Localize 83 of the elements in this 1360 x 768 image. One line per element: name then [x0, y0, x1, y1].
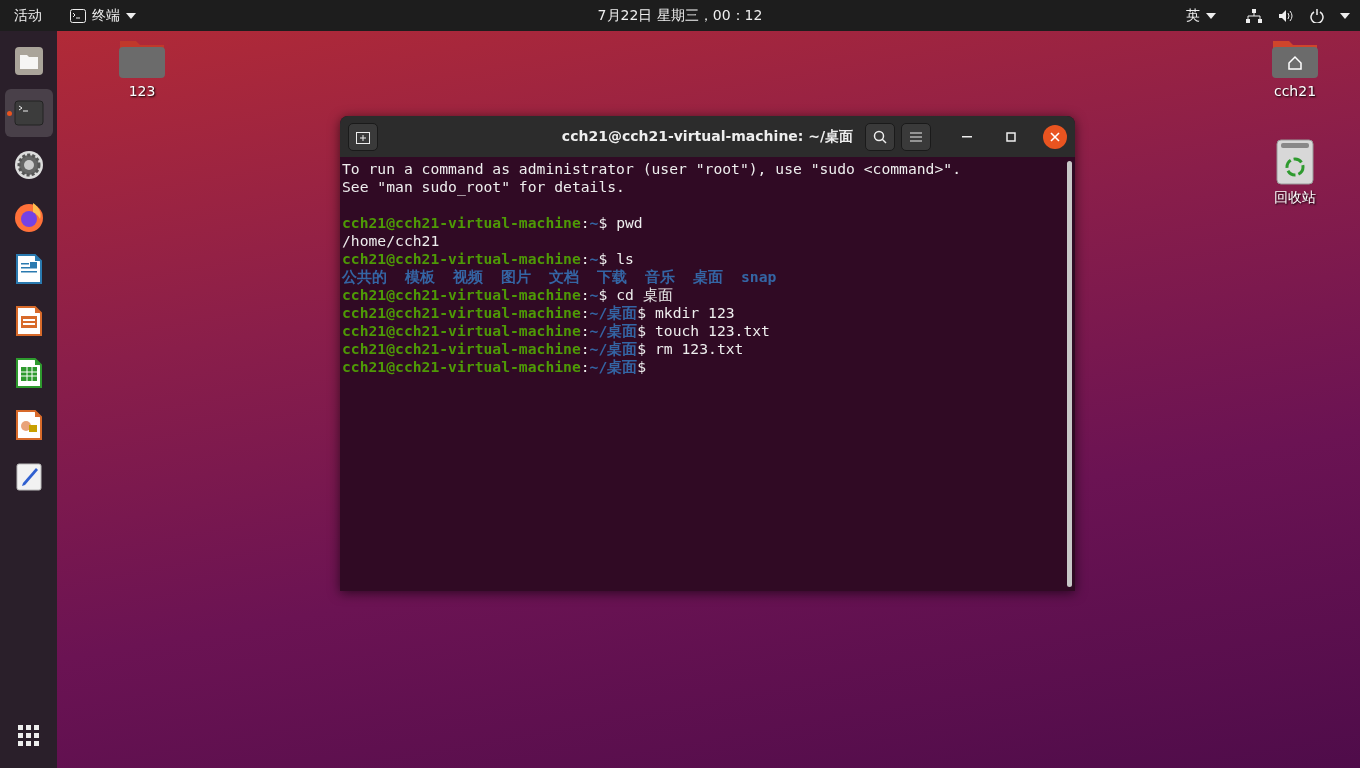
prompt-symbol: $ [598, 250, 608, 268]
prompt-path: ~ [589, 286, 599, 304]
spreadsheet-icon [15, 358, 42, 388]
directory-name: 下载 [597, 268, 627, 286]
directory-name: 模板 [405, 268, 435, 286]
prompt-separator: : [580, 322, 590, 340]
text-editor-icon [15, 463, 42, 491]
prompt-path: ~/桌面 [589, 340, 638, 358]
prompt-path: ~ [589, 250, 599, 268]
maximize-icon [1006, 131, 1016, 142]
drawing-icon [15, 410, 42, 440]
directory-name: snap [741, 268, 777, 286]
menu-button[interactable] [901, 122, 931, 151]
terminal-command: ls [615, 250, 634, 268]
prompt-user: cch21@cch21-virtual-machine [342, 340, 581, 358]
prompt-user: cch21@cch21-virtual-machine [342, 286, 581, 304]
terminal-command: cd 桌面 [615, 286, 673, 304]
new-tab-icon [356, 129, 370, 144]
prompt-path: ~/桌面 [589, 322, 638, 340]
prompt-separator: : [580, 250, 590, 268]
terminal-output: To run a command as administrator (user "root"), use "sudo <command>". [342, 160, 961, 178]
desktop-icon-label[interactable]: cch21 [1273, 83, 1317, 99]
minimize-icon [962, 135, 972, 138]
new-tab-button[interactable] [348, 122, 378, 151]
prompt-symbol: $ [598, 286, 608, 304]
terminal-command: rm 123.txt [653, 340, 744, 358]
window-title: cch21@cch21-virtual-machine: ~/桌面 [561, 127, 854, 146]
menu-icon [910, 131, 922, 142]
prompt-separator: : [580, 304, 590, 322]
app-menu[interactable]: 终端 [56, 6, 150, 25]
caret-icon [126, 12, 136, 19]
prompt-separator: : [580, 340, 590, 358]
terminal-command: mkdir 123 [653, 304, 735, 322]
search-button[interactable] [865, 122, 895, 151]
close-icon [1050, 131, 1060, 142]
volume-icon[interactable] [1278, 8, 1294, 23]
prompt-path: ~/桌面 [589, 304, 638, 322]
close-button[interactable] [1043, 124, 1067, 149]
desktop-icon-label[interactable]: 回收站 [1274, 189, 1316, 207]
directory-name: 音乐 [645, 268, 675, 286]
scrollbar-thumb[interactable] [1066, 161, 1072, 587]
directory-name: 图片 [501, 268, 531, 286]
activities-button[interactable]: 活动 [0, 6, 56, 25]
caret-icon [1206, 12, 1216, 19]
input-method-menu[interactable]: 英 [1172, 6, 1230, 25]
gear-icon [13, 150, 44, 180]
document-icon [15, 254, 42, 284]
prompt-symbol: $ [637, 358, 647, 376]
search-icon [873, 129, 887, 144]
prompt-path: ~ [589, 214, 599, 232]
prompt-symbol: $ [598, 214, 608, 232]
terminal-icon [70, 8, 86, 23]
terminal-output: /home/cch21 [342, 232, 440, 250]
terminal-command: pwd [615, 214, 643, 232]
terminal-output: See "man sudo_root" for details. [342, 178, 625, 196]
grid-icon [17, 725, 40, 747]
clock[interactable]: 7月22日 星期三，00：12 [597, 6, 763, 25]
prompt-user: cch21@cch21-virtual-machine [342, 250, 581, 268]
terminal-icon [13, 100, 44, 126]
prompt-user: cch21@cch21-virtual-machine [342, 358, 581, 376]
power-icon[interactable] [1310, 8, 1324, 23]
prompt-symbol: $ [637, 322, 647, 340]
folder-icon [13, 46, 44, 76]
directory-name: 桌面 [693, 268, 723, 286]
browser-icon [12, 201, 45, 233]
prompt-user: cch21@cch21-virtual-machine [342, 214, 581, 232]
terminal-command: touch 123.txt [653, 322, 770, 340]
prompt-separator: : [580, 358, 590, 376]
prompt-symbol: $ [637, 340, 647, 358]
desktop-icon-label[interactable]: 123 [128, 83, 156, 99]
prompt-path: ~/桌面 [589, 358, 638, 376]
directory-name: 视频 [453, 268, 483, 286]
prompt-separator: : [580, 286, 590, 304]
caret-icon[interactable] [1340, 12, 1350, 19]
prompt-user: cch21@cch21-virtual-machine [342, 322, 581, 340]
prompt-separator: : [580, 214, 590, 232]
trash-icon [1276, 139, 1314, 185]
prompt-symbol: $ [637, 304, 647, 322]
directory-name: 公共的 [342, 268, 387, 286]
presentation-icon [15, 306, 42, 336]
directory-name: 文档 [549, 268, 579, 286]
network-icon[interactable] [1246, 8, 1262, 23]
prompt-user: cch21@cch21-virtual-machine [342, 304, 581, 322]
